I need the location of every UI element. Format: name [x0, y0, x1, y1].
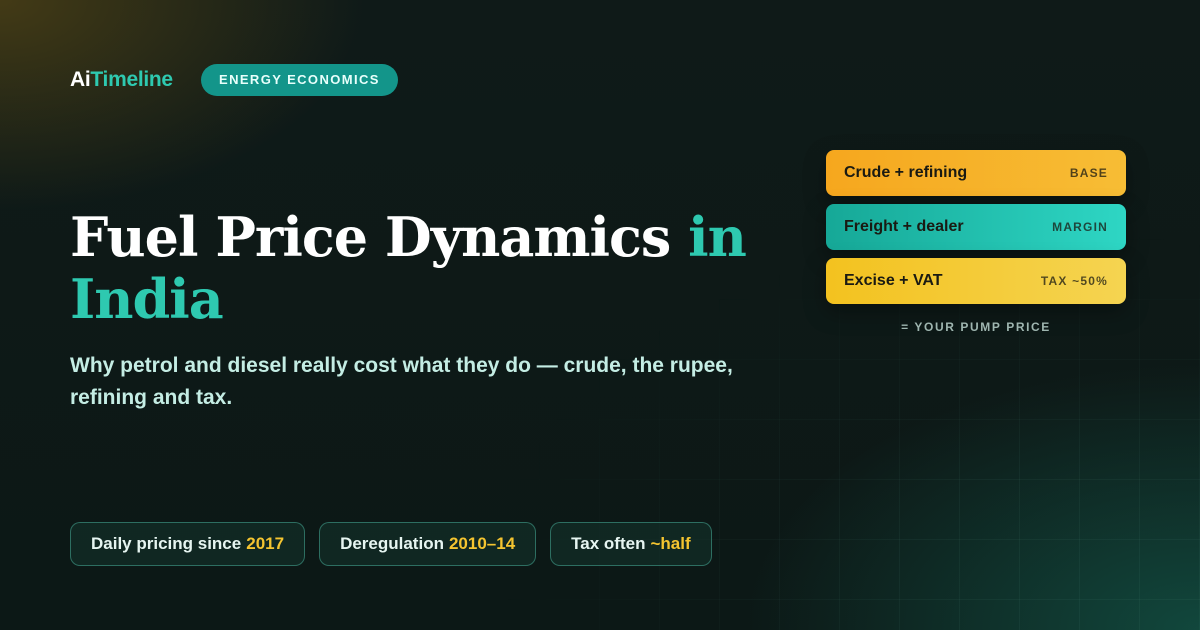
- pill-text: Daily pricing since: [91, 534, 242, 553]
- pill-text: Tax often: [571, 534, 646, 553]
- layer-tag: BASE: [1069, 166, 1108, 180]
- pill-text: Deregulation: [340, 534, 444, 553]
- stack-caption: = YOUR PUMP PRICE: [901, 320, 1051, 334]
- pill-highlight: 2010–14: [448, 534, 516, 553]
- fact-pill: Deregulation 2010–14: [319, 522, 537, 566]
- brand-prefix: Ai: [70, 68, 91, 91]
- layer-label: Crude + refining: [844, 164, 968, 181]
- price-layer-base: Crude + refining BASE: [826, 150, 1126, 196]
- title-accent-inline: in: [688, 205, 747, 269]
- layer-label: Excise + VAT: [844, 272, 943, 289]
- fact-pills: Daily pricing since 2017 Deregulation 2010…: [70, 522, 712, 566]
- fact-pill: Tax often ~half: [550, 522, 712, 566]
- pill-highlight: 2017: [246, 534, 285, 553]
- page-title: Fuel Price Dynamics in India: [70, 206, 790, 330]
- price-stack: Crude + refining BASE Freight + dealer M…: [826, 150, 1126, 312]
- layer-label: Freight + dealer: [844, 218, 964, 235]
- subtitle: Why petrol and diesel really cost what t…: [70, 354, 733, 409]
- category-tag: ENERGY ECONOMICS: [201, 64, 398, 96]
- brand-logo: AiTimeline: [70, 68, 173, 92]
- price-layer-margin: Freight + dealer MARGIN: [826, 204, 1126, 250]
- title-accent-line2: India: [70, 267, 224, 331]
- fact-pill: Daily pricing since 2017: [70, 522, 306, 566]
- pill-highlight: ~half: [650, 534, 691, 553]
- price-layer-tax: Excise + VAT TAX ~50%: [826, 258, 1126, 304]
- title-main: Fuel Price Dynamics: [70, 205, 671, 269]
- layer-tag: MARGIN: [1052, 220, 1108, 234]
- layer-tag: TAX ~50%: [1040, 274, 1108, 288]
- brand-suffix: Timeline: [90, 68, 173, 91]
